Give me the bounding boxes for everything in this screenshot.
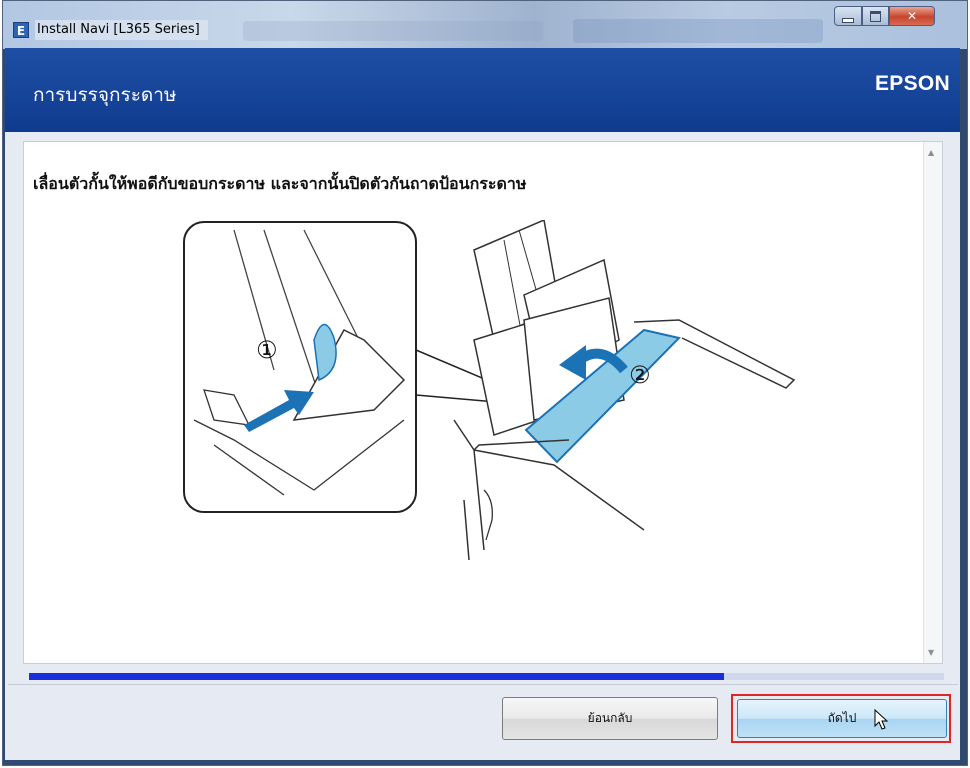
paper-guide-illustration: ① ② xyxy=(183,220,796,561)
mouse-cursor-icon xyxy=(874,709,889,730)
step-2-label: ② xyxy=(629,361,651,389)
footer-divider xyxy=(8,684,958,685)
window-title: Install Navi [L365 Series] xyxy=(35,20,208,40)
step-1-label: ① xyxy=(256,336,278,364)
printer-drawing: ② xyxy=(453,220,796,561)
epson-logo: EPSON xyxy=(874,72,950,95)
content-panel: เลื่อนตัวกั้นให้พอดีกับขอบกระดาษ และจากน… xyxy=(23,141,943,664)
header-banner: การบรรจุกระดาษ EPSON xyxy=(5,48,960,132)
close-button[interactable]: ✕ xyxy=(889,6,935,26)
next-button-label: ถัดไป xyxy=(827,711,857,725)
maximize-icon xyxy=(870,10,881,22)
progress-bar xyxy=(29,673,944,680)
close-icon: ✕ xyxy=(906,9,918,23)
instruction-text: เลื่อนตัวกั้นให้พอดีกับขอบกระดาษ และจากน… xyxy=(33,174,527,193)
minimize-button[interactable] xyxy=(834,6,862,26)
scroll-up-arrow-icon[interactable]: ▲ xyxy=(928,148,934,157)
minimize-icon xyxy=(842,17,854,23)
scroll-down-arrow-icon[interactable]: ▼ xyxy=(928,648,934,657)
content-scrollbar[interactable]: ▲ ▼ xyxy=(923,142,942,663)
blurred-background xyxy=(243,21,543,41)
title-bar[interactable]: E Install Navi [L365 Series] ✕ xyxy=(3,1,967,49)
next-button[interactable]: ถัดไป xyxy=(737,699,947,738)
back-button[interactable]: ย้อนกลับ xyxy=(502,697,718,740)
page-title: การบรรจุกระดาษ xyxy=(33,84,177,106)
blurred-background xyxy=(573,19,823,43)
maximize-button[interactable] xyxy=(862,6,889,26)
inset-zoom-panel: ① xyxy=(183,221,417,513)
progress-fill xyxy=(29,673,725,680)
app-icon: E xyxy=(13,22,29,38)
